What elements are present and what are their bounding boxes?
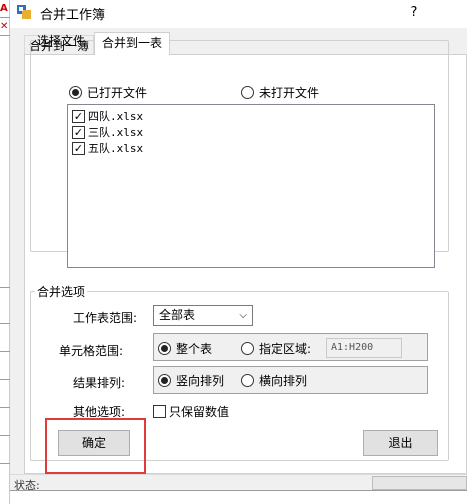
radio-indicator[interactable] <box>241 342 254 355</box>
radio-vertical-label: 竖向排列 <box>176 374 225 388</box>
app-icon <box>17 5 31 19</box>
bg-cell: ✕ <box>0 18 10 36</box>
bg-cell <box>0 306 10 324</box>
radio-whole-label: 整个表 <box>176 342 213 356</box>
bg-cell <box>0 390 10 408</box>
radio-indicator[interactable] <box>241 86 254 99</box>
sheet-range-label: 工作表范围: <box>73 311 138 325</box>
radio-opened-files[interactable]: 已打开文件 <box>69 84 147 101</box>
background-spreadsheet-row <box>10 490 467 504</box>
file-checkbox[interactable]: ✓ <box>72 109 85 123</box>
file-list[interactable]: ✓ 四队.xlsx ✓ 三队.xlsx ✓ 五队.xlsx <box>67 104 435 268</box>
radio-unopened-label: 未打开文件 <box>259 86 320 100</box>
help-button[interactable]: ? <box>404 3 424 23</box>
bg-cell <box>0 334 10 352</box>
file-item[interactable]: ✓ 四队.xlsx <box>72 108 143 124</box>
sheet-range-select[interactable]: 全部表 ⌵ <box>153 305 253 326</box>
range-input[interactable]: A1:H200 <box>326 338 402 358</box>
title-bar[interactable]: 合并工作簿 ? <box>10 0 467 28</box>
other-options-label: 其他选项: <box>73 405 126 419</box>
radio-specified-label: 指定区域: <box>259 342 312 356</box>
background-spreadsheet: A ✕ <box>0 0 10 504</box>
bg-cell <box>0 362 10 380</box>
file-checkbox[interactable]: ✓ <box>72 141 85 155</box>
merge-workbook-dialog: 合并工作簿 ? 合并到一簿 合并到一表 选择文件 已打开文件 未打开文件 ✓ 四… <box>10 0 467 504</box>
file-selection-legend: 选择文件 <box>37 34 86 48</box>
file-item[interactable]: ✓ 五队.xlsx <box>72 140 143 156</box>
chevron-down-icon: ⌵ <box>239 310 247 321</box>
merge-options-legend: 合并选项 <box>37 285 86 299</box>
radio-opened-label: 已打开文件 <box>87 86 148 100</box>
tab-merge-to-sheet[interactable]: 合并到一表 <box>94 32 170 55</box>
ok-button[interactable]: 确定 <box>58 430 130 456</box>
file-name: 四队.xlsx <box>88 110 144 123</box>
arrange-label: 结果排列: <box>73 376 126 390</box>
file-name: 五队.xlsx <box>88 142 144 155</box>
values-only-label: 只保留数值 <box>169 405 230 419</box>
bg-cell <box>0 446 10 464</box>
bg-cell <box>0 418 10 436</box>
radio-horizontal-label: 横向排列 <box>259 374 308 388</box>
radio-vertical[interactable]: 竖向排列 <box>158 372 224 389</box>
file-name: 三队.xlsx <box>88 126 144 139</box>
radio-indicator[interactable] <box>158 342 171 355</box>
radio-indicator[interactable] <box>158 374 171 387</box>
status-bar: 状态: <box>10 474 467 492</box>
radio-horizontal[interactable]: 横向排列 <box>241 372 307 389</box>
radio-unopened-files[interactable]: 未打开文件 <box>241 84 319 101</box>
status-progress <box>372 476 467 490</box>
bg-cell <box>0 270 10 288</box>
values-only-checkbox[interactable]: 只保留数值 <box>153 403 229 420</box>
window-title: 合并工作簿 <box>40 8 106 23</box>
file-checkbox[interactable]: ✓ <box>72 125 85 139</box>
file-item[interactable]: ✓ 三队.xlsx <box>72 124 143 140</box>
radio-whole-sheet[interactable]: 整个表 <box>158 340 212 357</box>
exit-button[interactable]: 退出 <box>363 430 438 456</box>
checkbox-indicator[interactable] <box>153 405 166 418</box>
bg-cell: A <box>0 0 10 18</box>
cell-range-label: 单元格范围: <box>59 344 124 358</box>
sheet-range-value: 全部表 <box>159 308 196 322</box>
radio-indicator[interactable] <box>241 374 254 387</box>
radio-specified-range[interactable]: 指定区域: <box>241 340 311 357</box>
radio-indicator[interactable] <box>69 86 82 99</box>
